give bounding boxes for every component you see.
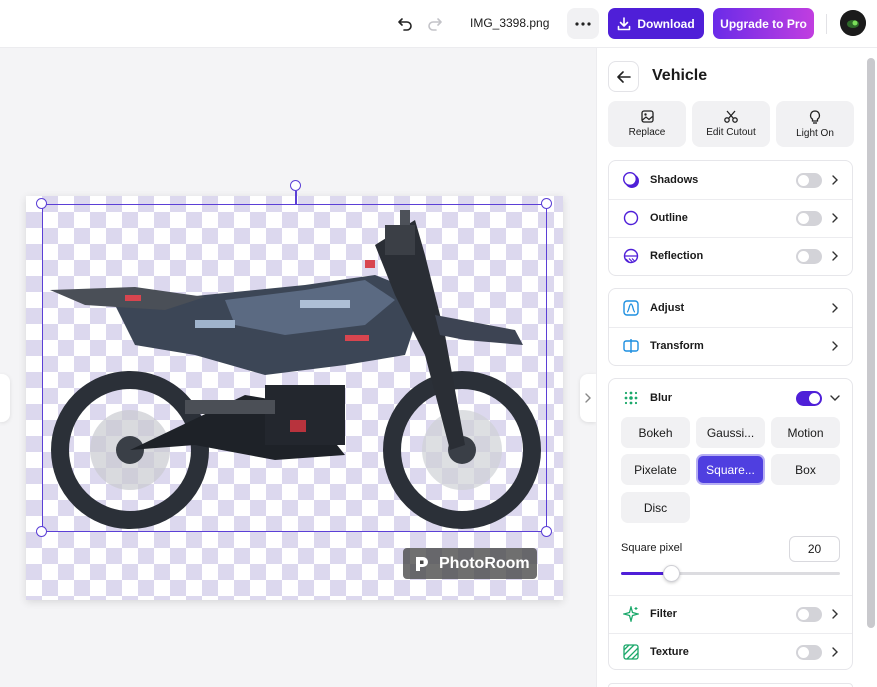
square-pixel-label: Square pixel — [621, 542, 683, 554]
effects-group: Shadows Outline Reflection — [608, 160, 853, 276]
outline-row[interactable]: Outline — [609, 199, 852, 237]
edit-cutout-button[interactable]: Edit Cutout — [692, 101, 770, 147]
panel-scrollbar[interactable] — [867, 58, 875, 628]
adjust-icon — [622, 299, 640, 317]
reflection-row[interactable]: Reflection — [609, 237, 852, 275]
texture-icon — [622, 643, 640, 661]
chevron-down-icon[interactable] — [830, 393, 840, 403]
shadows-row[interactable]: Shadows — [609, 161, 852, 199]
blur-option-gaussian[interactable]: Gaussi... — [696, 417, 765, 448]
chevron-right-icon[interactable] — [830, 251, 840, 261]
blur-option-pixelate[interactable]: Pixelate — [621, 454, 690, 485]
reflection-label: Reflection — [650, 250, 704, 262]
light-on-button[interactable]: Light On — [776, 101, 854, 147]
upgrade-button[interactable]: Upgrade to Pro — [713, 8, 814, 39]
topbar-divider — [826, 14, 827, 34]
texture-row[interactable]: Texture — [609, 633, 852, 671]
resize-handle-bottom-left[interactable] — [36, 526, 47, 537]
panel-title: Vehicle — [652, 67, 708, 84]
resize-handle-bottom-right[interactable] — [541, 526, 552, 537]
shadows-label: Shadows — [650, 174, 699, 186]
adjust-label: Adjust — [650, 302, 685, 314]
upgrade-label: Upgrade to Pro — [720, 16, 807, 31]
shadows-icon — [622, 171, 640, 189]
redo-icon — [428, 18, 442, 31]
blur-option-box[interactable]: Box — [771, 454, 840, 485]
outline-toggle[interactable] — [796, 210, 822, 226]
reflection-toggle[interactable] — [796, 248, 822, 264]
download-label: Download — [637, 16, 695, 31]
arrow-left-icon — [616, 70, 631, 83]
adjust-row[interactable]: Adjust — [609, 289, 852, 327]
texture-label: Texture — [650, 646, 689, 658]
avatar[interactable] — [840, 10, 866, 36]
shadows-toggle[interactable] — [796, 172, 822, 188]
undo-button[interactable] — [393, 12, 417, 36]
file-name[interactable]: IMG_3398.png — [470, 16, 549, 30]
blur-icon — [622, 389, 640, 407]
replace-label: Replace — [628, 127, 666, 138]
scissors-icon — [724, 110, 738, 123]
chevron-right-icon[interactable] — [830, 303, 840, 313]
lightbulb-icon — [809, 109, 821, 124]
rotate-handle[interactable] — [290, 180, 301, 191]
download-button[interactable]: Download — [608, 8, 704, 39]
transform-row[interactable]: Transform — [609, 327, 852, 365]
top-bar: IMG_3398.png Download Upgrade to Pro — [0, 0, 877, 48]
blur-toggle[interactable] — [796, 390, 822, 406]
right-panel-toggle[interactable] — [580, 374, 596, 422]
rotation-line — [295, 191, 297, 204]
undo-icon — [398, 18, 412, 31]
chevron-right-icon[interactable] — [830, 175, 840, 185]
blur-label: Blur — [650, 392, 672, 404]
blur-row[interactable]: Blur — [609, 379, 852, 417]
redo-button[interactable] — [423, 12, 447, 36]
filter-icon — [622, 605, 640, 623]
blur-option-square[interactable]: Square... — [696, 454, 765, 485]
light-on-label: Light On — [796, 127, 834, 139]
next-group-edge — [608, 683, 853, 687]
outline-label: Outline — [650, 212, 688, 224]
blur-option-motion[interactable]: Motion — [771, 417, 840, 448]
chevron-right-icon — [585, 393, 591, 403]
edit-cutout-label: Edit Cutout — [706, 127, 756, 138]
texture-toggle[interactable] — [796, 644, 822, 660]
left-panel-toggle[interactable] — [0, 374, 10, 422]
back-button[interactable] — [608, 61, 639, 92]
watermark-text: PhotoRoom — [439, 554, 530, 572]
avatar-image-icon — [840, 10, 866, 36]
resize-handle-top-left[interactable] — [36, 198, 47, 209]
outline-icon — [622, 209, 640, 227]
selection-box[interactable] — [42, 204, 547, 532]
square-pixel-input[interactable]: 20 — [789, 536, 840, 562]
image-icon — [640, 110, 654, 123]
filter-row[interactable]: Filter — [609, 595, 852, 633]
download-icon — [618, 16, 631, 30]
transform-icon — [622, 337, 640, 355]
photoroom-logo-icon — [416, 556, 428, 571]
reflection-icon — [622, 247, 640, 265]
replace-button[interactable]: Replace — [608, 101, 686, 147]
chevron-right-icon[interactable] — [830, 341, 840, 351]
chevron-right-icon[interactable] — [830, 647, 840, 657]
adjust-group: Adjust Transform — [608, 288, 853, 366]
chevron-right-icon[interactable] — [830, 213, 840, 223]
filter-label: Filter — [650, 608, 677, 620]
blur-option-bokeh[interactable]: Bokeh — [621, 417, 690, 448]
more-options-button[interactable] — [567, 8, 599, 39]
resize-handle-top-right[interactable] — [541, 198, 552, 209]
more-icon — [575, 21, 591, 26]
square-pixel-slider-thumb[interactable] — [662, 565, 680, 582]
blur-option-disc[interactable]: Disc — [621, 492, 690, 523]
photoroom-watermark[interactable]: PhotoRoom — [403, 548, 537, 579]
transform-label: Transform — [650, 340, 704, 352]
chevron-right-icon[interactable] — [830, 609, 840, 619]
filter-toggle[interactable] — [796, 606, 822, 622]
